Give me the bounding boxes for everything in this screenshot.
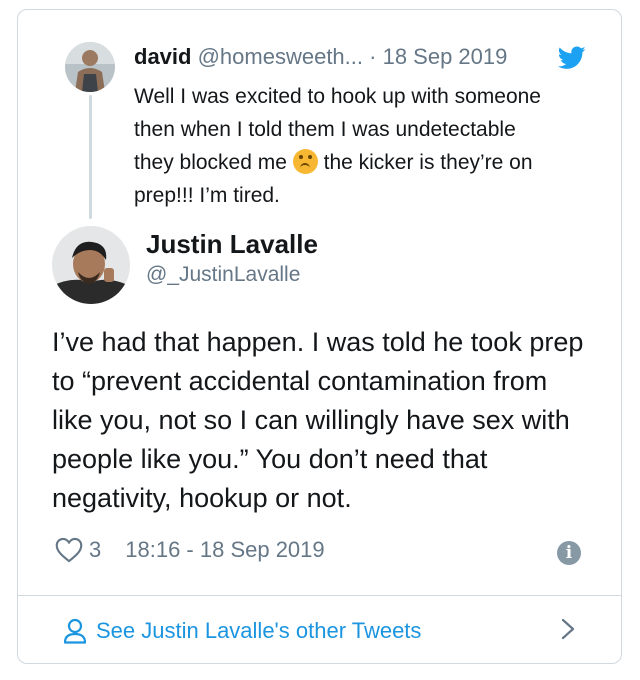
parent-tweet-header: david @homesweeth... · 18 Sep 2019 [134,44,507,70]
like-count[interactable]: 3 [89,537,101,563]
tweet-meta-row: 3 18:16 - 18 Sep 2019 [55,535,325,565]
main-author-avatar[interactable] [52,226,130,304]
parent-author-name[interactable]: david [134,44,191,69]
main-author-name[interactable]: Justin Lavalle [146,229,318,260]
upside-down-face-emoji-icon [292,149,318,174]
tweet-timestamp[interactable]: 18:16 - 18 Sep 2019 [125,537,324,563]
person-icon [63,618,87,644]
info-icon[interactable]: i [557,541,581,565]
other-tweets-link[interactable]: See Justin Lavalle's other Tweets [18,596,622,663]
main-author-handle[interactable]: @_JustinLavalle [146,263,300,287]
header-separator: · [369,44,377,69]
parent-avatar[interactable] [65,42,115,92]
other-tweets-label[interactable]: See Justin Lavalle's other Tweets [96,618,421,644]
chevron-right-icon[interactable] [561,618,575,640]
parent-author-handle[interactable]: @homesweeth... [198,44,363,69]
parent-tweet-date[interactable]: 18 Sep 2019 [383,44,508,69]
thread-connector-line [89,95,92,219]
twitter-bird-icon[interactable] [557,46,586,70]
main-tweet-text: I’ve had that happen. I was told he took… [52,327,584,513]
heart-icon[interactable] [55,537,83,563]
parent-tweet-text: Well I was excited to hook up with someo… [134,80,554,212]
